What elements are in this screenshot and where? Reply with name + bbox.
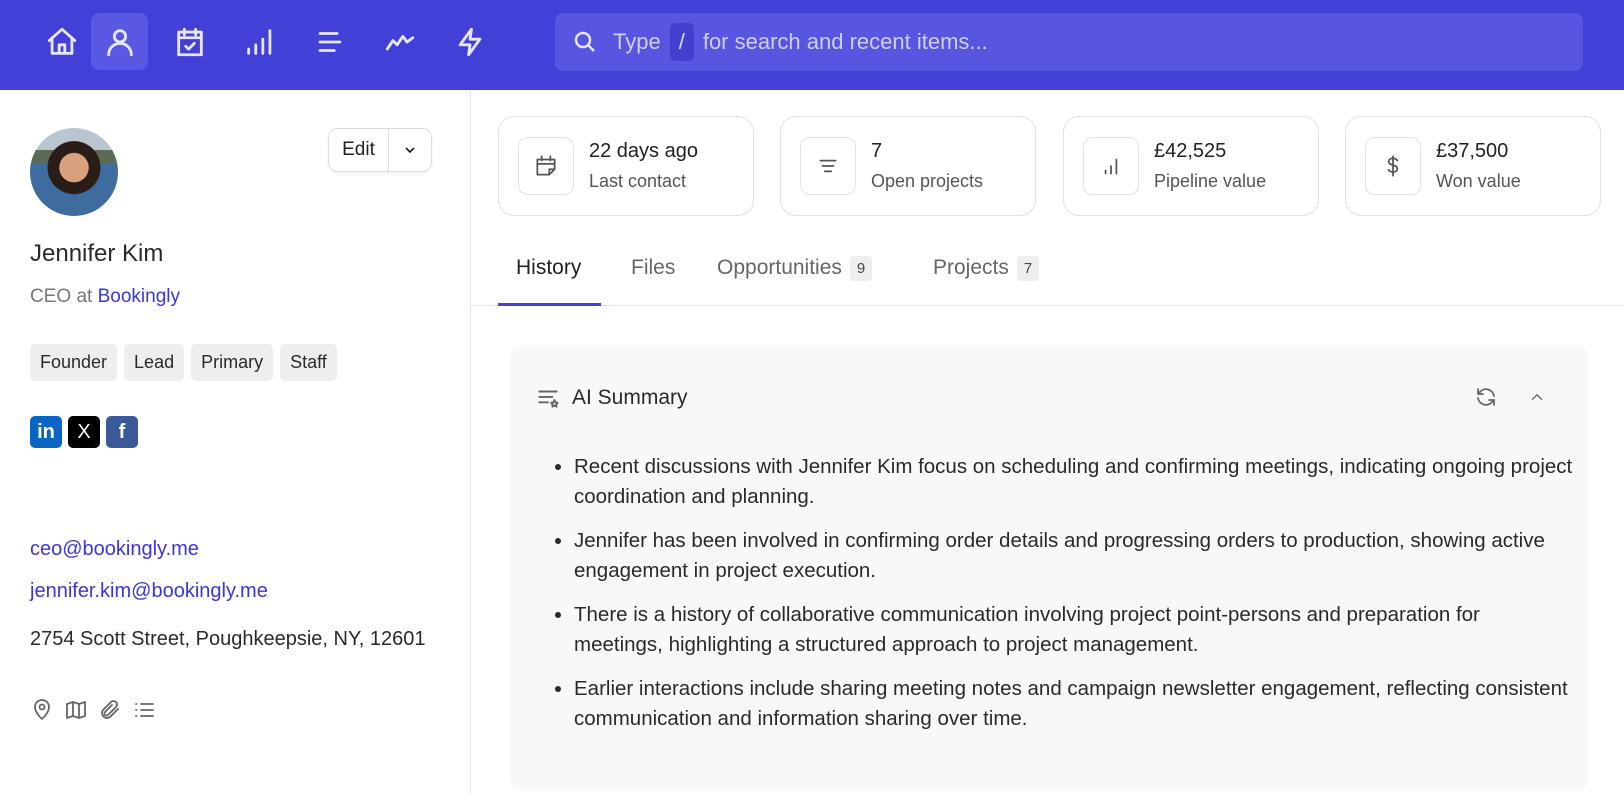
search-placeholder-suffix: for search and recent items... xyxy=(703,29,988,55)
tag[interactable]: Founder xyxy=(30,344,117,381)
nav-automations[interactable] xyxy=(441,13,498,70)
count-badge: 7 xyxy=(1017,256,1039,281)
stat-card-pipeline-value: £42,525 Pipeline value xyxy=(1063,116,1319,216)
tab-label: Files xyxy=(631,256,675,280)
contact-name: Jennifer Kim xyxy=(30,240,163,268)
count-badge: 9 xyxy=(850,256,872,281)
stat-label: Won value xyxy=(1436,171,1521,192)
contact-role: CEO at Bookingly xyxy=(30,286,180,308)
linkedin-icon[interactable]: in xyxy=(30,416,62,448)
company-link[interactable]: Bookingly xyxy=(98,286,180,307)
stat-card-won-value: £37,500 Won value xyxy=(1345,116,1601,216)
list-icon xyxy=(313,25,347,59)
nav-contacts[interactable] xyxy=(91,13,148,70)
tab-projects[interactable]: Projects 7 xyxy=(933,252,1039,306)
address-actions xyxy=(30,698,156,722)
tag[interactable]: Staff xyxy=(280,344,337,381)
paperclip-icon[interactable] xyxy=(98,698,122,722)
tab-bar: History Files Opportunities 9 Projects 7 xyxy=(471,240,1624,306)
nav-projects[interactable] xyxy=(301,13,358,70)
stat-value: 7 xyxy=(871,140,983,163)
tab-label: Projects xyxy=(933,256,1009,280)
lightning-icon xyxy=(453,25,487,59)
tag-list: Founder Lead Primary Staff xyxy=(30,344,337,381)
list-bullets-icon[interactable] xyxy=(132,698,156,722)
collapse-summary-button[interactable] xyxy=(1523,383,1551,411)
stat-value: 22 days ago xyxy=(589,140,698,163)
chevron-up-icon xyxy=(1528,388,1546,406)
stat-card-last-contact: 22 days ago Last contact xyxy=(498,116,754,216)
search-icon xyxy=(573,30,597,54)
role-prefix: CEO at xyxy=(30,286,92,307)
home-icon xyxy=(45,25,79,59)
calendar-check-icon xyxy=(173,25,207,59)
stat-label: Last contact xyxy=(589,171,698,192)
map-pin-icon[interactable] xyxy=(30,698,54,722)
tag[interactable]: Lead xyxy=(124,344,184,381)
stat-label: Pipeline value xyxy=(1154,171,1266,192)
edit-button-group: Edit xyxy=(328,128,432,172)
user-icon xyxy=(103,25,137,59)
summary-bullets: Recent discussions with Jennifer Kim foc… xyxy=(574,452,1574,748)
stat-card-open-projects: 7 Open projects xyxy=(780,116,1036,216)
map-icon[interactable] xyxy=(64,698,88,722)
contact-address: 2754 Scott Street, Poughkeepsie, NY, 126… xyxy=(30,622,450,656)
nav-activity[interactable] xyxy=(371,13,428,70)
edit-dropdown-button[interactable] xyxy=(389,129,431,171)
tag[interactable]: Primary xyxy=(191,344,273,381)
nav-tasks[interactable] xyxy=(161,13,218,70)
email-link[interactable]: jennifer.kim@bookingly.me xyxy=(30,580,268,603)
dollar-icon xyxy=(1380,153,1406,179)
summary-bullet: Recent discussions with Jennifer Kim foc… xyxy=(574,452,1574,512)
search-input[interactable]: Type / for search and recent items... xyxy=(555,13,1583,71)
nav-home[interactable] xyxy=(33,13,90,70)
ai-summary-icon xyxy=(536,385,562,411)
search-shortcut-key: / xyxy=(670,23,694,61)
refresh-summary-button[interactable] xyxy=(1472,383,1500,411)
ai-summary-panel: AI Summary Recent discussions with Jenni… xyxy=(510,345,1588,791)
ai-summary-title: AI Summary xyxy=(572,386,688,410)
summary-bullet: Jennifer has been involved in confirming… xyxy=(574,526,1574,586)
tab-history[interactable]: History xyxy=(498,252,601,306)
nav-reports[interactable] xyxy=(231,13,288,70)
chevron-down-icon xyxy=(402,142,418,158)
search-placeholder-prefix: Type xyxy=(613,29,661,55)
tab-opportunities[interactable]: Opportunities 9 xyxy=(717,252,872,306)
email-link[interactable]: ceo@bookingly.me xyxy=(30,538,199,561)
stat-value: £42,525 xyxy=(1154,140,1266,163)
edit-button[interactable]: Edit xyxy=(329,129,389,171)
top-nav-bar: Type / for search and recent items... xyxy=(0,0,1624,90)
summary-bullet: There is a history of collaborative comm… xyxy=(574,600,1574,660)
activity-icon xyxy=(383,25,417,59)
summary-bullet: Earlier interactions include sharing mee… xyxy=(574,674,1574,734)
contact-sidebar: Edit Jennifer Kim CEO at Bookingly Found… xyxy=(0,90,471,794)
list-icon xyxy=(815,153,841,179)
tab-files[interactable]: Files xyxy=(631,252,675,306)
social-links: in X f xyxy=(30,416,138,448)
signal-bars-icon xyxy=(243,25,277,59)
facebook-icon[interactable]: f xyxy=(106,416,138,448)
tab-label: Opportunities xyxy=(717,256,842,280)
avatar xyxy=(30,128,118,216)
calendar-icon xyxy=(533,153,559,179)
tab-label: History xyxy=(516,256,581,280)
bar-chart-icon xyxy=(1098,153,1124,179)
refresh-icon xyxy=(1474,385,1498,409)
stat-label: Open projects xyxy=(871,171,983,192)
x-twitter-icon[interactable]: X xyxy=(68,416,100,448)
stat-value: £37,500 xyxy=(1436,140,1521,163)
